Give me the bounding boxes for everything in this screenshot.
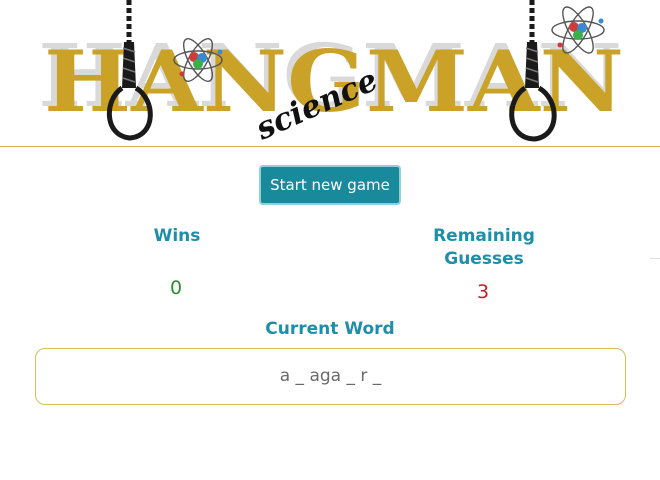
start-new-game-button[interactable]: Start new game bbox=[259, 165, 401, 205]
hangman-page: HANGMAN HANGMAN science Start new game W… bbox=[0, 0, 660, 480]
remaining-guesses-count: 3 bbox=[476, 281, 490, 303]
remaining-guesses-label: Remaining Guesses bbox=[414, 225, 554, 271]
current-word-display: a _ aga _ r _ bbox=[35, 348, 626, 405]
current-word-text: a _ aga _ r _ bbox=[279, 366, 382, 386]
remaining-label-line2: Guesses bbox=[444, 249, 524, 269]
remaining-label-line1: Remaining bbox=[433, 226, 535, 246]
wins-label-text: Wins bbox=[153, 226, 201, 246]
edge-divider bbox=[650, 258, 660, 259]
wins-count: 0 bbox=[169, 277, 183, 299]
hangman-logo: HANGMAN HANGMAN science bbox=[38, 0, 624, 146]
header-divider bbox=[0, 146, 660, 147]
wins-label: Wins bbox=[127, 225, 227, 248]
current-word-label: Current Word bbox=[265, 319, 395, 339]
hangman-logo-banner: HANGMAN HANGMAN science bbox=[0, 0, 660, 146]
